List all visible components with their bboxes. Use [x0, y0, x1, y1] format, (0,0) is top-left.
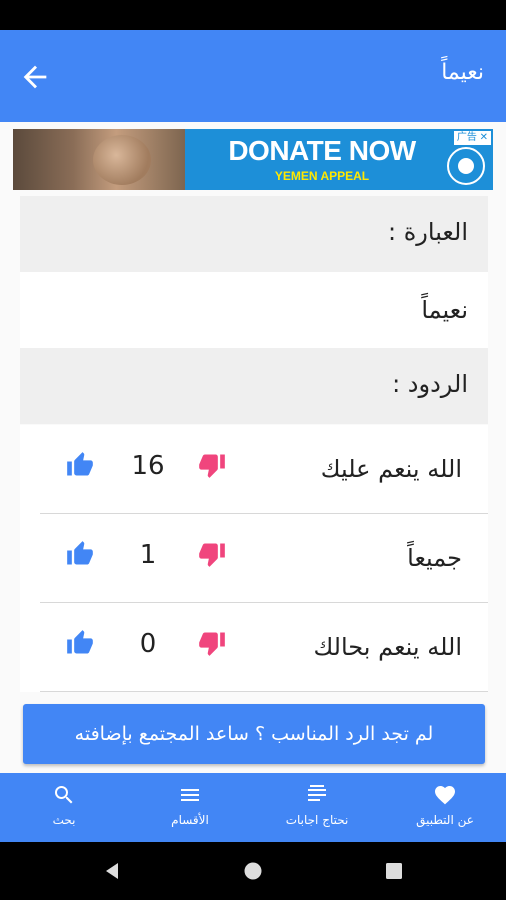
nav-search-label: بحث: [52, 813, 76, 827]
nav-sections-label: الأقسام: [171, 813, 209, 827]
nav-search[interactable]: بحث: [22, 773, 106, 842]
heart-icon: [435, 786, 455, 805]
thumbs-up-icon[interactable]: [66, 451, 94, 479]
bottom-nav: بحث الأقسام نحتاج اجابات عن التطبيق: [0, 773, 506, 842]
thumbs-up-icon[interactable]: [66, 540, 94, 568]
thumbs-down-icon[interactable]: [198, 629, 226, 657]
system-nav-bar: [0, 842, 506, 900]
nav-about-label: عن التطبيق: [416, 813, 474, 827]
reply-row: 0 الله ينعم بحالك: [20, 603, 488, 692]
page-title: نعيماً: [441, 60, 484, 85]
nav-sections[interactable]: الأقسام: [148, 773, 232, 842]
ad-logo-icon: [447, 147, 485, 185]
status-bar: [0, 0, 506, 30]
menu-icon: [181, 789, 199, 801]
phrase-value: نعيماً: [421, 296, 468, 324]
nav-need-answers-label: نحتاج اجابات: [285, 813, 349, 827]
reply-text: جميعاً: [407, 544, 462, 572]
thumbs-down-icon[interactable]: [198, 540, 226, 568]
arrow-back-icon[interactable]: [18, 60, 52, 94]
reply-text: الله ينعم عليك: [320, 455, 462, 483]
phrase-header: العبارة :: [20, 196, 488, 272]
vote-count: 16: [131, 451, 165, 481]
phrase-value-row: نعيماً: [20, 272, 488, 348]
reply-row: 1 جميعاً: [20, 514, 488, 603]
vote-count: 0: [139, 629, 157, 659]
search-icon: [55, 786, 73, 804]
system-back-icon[interactable]: [102, 861, 122, 881]
system-home-icon[interactable]: [243, 861, 263, 881]
nav-about[interactable]: عن التطبيق: [400, 773, 490, 842]
replies-header-label: الردود :: [392, 370, 468, 398]
thumbs-up-icon[interactable]: [66, 629, 94, 657]
thumbs-down-icon[interactable]: [198, 451, 226, 479]
notes-icon: [308, 785, 326, 801]
reply-row: 16 الله ينعم عليك: [20, 425, 488, 514]
system-recents-icon[interactable]: [384, 861, 404, 881]
ad-photo: [13, 129, 185, 190]
ad-headline: DONATE NOW: [228, 135, 416, 166]
add-reply-button[interactable]: لم تجد الرد المناسب ؟ ساعد المجتمع بإضاف…: [23, 704, 485, 764]
phrase-card: العبارة : نعيماً الردود :: [20, 196, 488, 424]
reply-text: الله ينعم بحالك: [313, 633, 462, 661]
ad-subline: YEMEN APPEAL: [274, 169, 370, 183]
adchoices-close-button[interactable]: 广告 ✕: [453, 131, 491, 145]
vote-count: 1: [139, 540, 157, 570]
app-bar: نعيماً: [0, 30, 506, 122]
phrase-header-label: العبارة :: [388, 218, 468, 246]
replies-header: الردود :: [20, 348, 488, 424]
ad-banner[interactable]: DONATE NOW YEMEN APPEAL 广告 ✕: [13, 129, 493, 190]
nav-need-answers[interactable]: نحتاج اجابات: [270, 773, 364, 842]
